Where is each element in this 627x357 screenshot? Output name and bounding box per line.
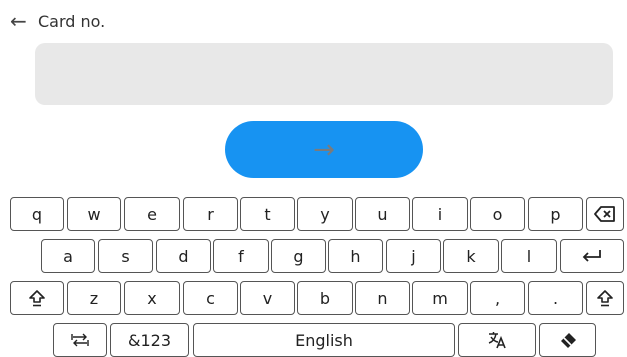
key-label: t <box>264 204 271 224</box>
key-label: r <box>207 204 214 224</box>
key-o[interactable]: o <box>470 197 525 231</box>
arrow-right-icon: → <box>313 134 335 165</box>
key-period[interactable]: . <box>528 281 583 315</box>
key-w[interactable]: w <box>67 197 121 231</box>
key-label: , <box>494 288 501 308</box>
key-b[interactable]: b <box>297 281 353 315</box>
key-label: o <box>492 204 503 224</box>
space-label: English <box>295 330 353 350</box>
keyboard-switch-key[interactable] <box>53 323 107 357</box>
key-r[interactable]: r <box>183 197 238 231</box>
key-k[interactable]: k <box>443 239 499 273</box>
translate-icon <box>488 332 506 349</box>
key-c[interactable]: c <box>183 281 238 315</box>
key-label: . <box>552 288 559 308</box>
key-label: b <box>319 288 331 308</box>
key-y[interactable]: y <box>297 197 353 231</box>
key-i[interactable]: i <box>412 197 468 231</box>
key-n[interactable]: n <box>355 281 410 315</box>
key-l[interactable]: l <box>501 239 557 273</box>
key-p[interactable]: p <box>528 197 583 231</box>
key-comma[interactable]: , <box>470 281 525 315</box>
space-key[interactable]: English <box>193 323 455 357</box>
key-label: x <box>147 288 157 308</box>
header: ← Card no. <box>10 8 105 34</box>
key-s[interactable]: s <box>98 239 153 273</box>
page-title: Card no. <box>38 11 106 31</box>
key-label: m <box>432 288 448 308</box>
key-j[interactable]: j <box>386 239 441 273</box>
key-q[interactable]: q <box>10 197 64 231</box>
key-d[interactable]: d <box>156 239 211 273</box>
key-label: e <box>147 204 157 224</box>
symbols-label: &123 <box>127 330 171 350</box>
key-label: p <box>550 204 561 224</box>
key-label: l <box>526 246 532 266</box>
key-h[interactable]: h <box>328 239 383 273</box>
key-f[interactable]: f <box>213 239 269 273</box>
key-label: y <box>320 204 330 224</box>
card-number-input[interactable] <box>35 43 613 105</box>
key-x[interactable]: x <box>124 281 180 315</box>
handwriting-icon <box>560 333 576 348</box>
key-label: h <box>350 246 361 266</box>
key-label: s <box>121 246 130 266</box>
key-z[interactable]: z <box>67 281 121 315</box>
key-m[interactable]: m <box>412 281 468 315</box>
handwriting-key[interactable] <box>539 323 596 357</box>
key-label: w <box>87 204 101 224</box>
enter-key[interactable] <box>560 239 624 273</box>
back-arrow-icon[interactable]: ← <box>10 8 32 34</box>
key-label: v <box>262 288 273 308</box>
shift-key-left[interactable] <box>10 281 64 315</box>
backspace-icon <box>594 206 615 222</box>
shift-icon <box>597 289 613 306</box>
submit-button[interactable]: → <box>225 121 423 178</box>
key-label: d <box>178 246 189 266</box>
key-label: u <box>377 204 388 224</box>
key-label: k <box>466 246 476 266</box>
keyboard-switch-icon <box>71 333 89 347</box>
translate-key[interactable] <box>458 323 536 357</box>
key-e[interactable]: e <box>124 197 180 231</box>
key-label: n <box>377 288 388 308</box>
shift-icon <box>29 289 45 306</box>
key-label: c <box>206 288 215 308</box>
enter-icon <box>582 250 601 262</box>
key-label: q <box>31 204 43 224</box>
key-v[interactable]: v <box>240 281 295 315</box>
key-label: f <box>238 246 244 266</box>
shift-key-right[interactable] <box>586 281 624 315</box>
key-a[interactable]: a <box>41 239 95 273</box>
key-label: j <box>411 246 416 266</box>
key-t[interactable]: t <box>240 197 295 231</box>
symbols-key[interactable]: &123 <box>110 323 189 357</box>
key-g[interactable]: g <box>271 239 326 273</box>
key-label: a <box>63 246 73 266</box>
backspace-key[interactable] <box>586 197 624 231</box>
key-label: g <box>293 246 304 266</box>
key-label: i <box>437 204 443 224</box>
key-label: z <box>89 288 99 308</box>
key-u[interactable]: u <box>355 197 410 231</box>
